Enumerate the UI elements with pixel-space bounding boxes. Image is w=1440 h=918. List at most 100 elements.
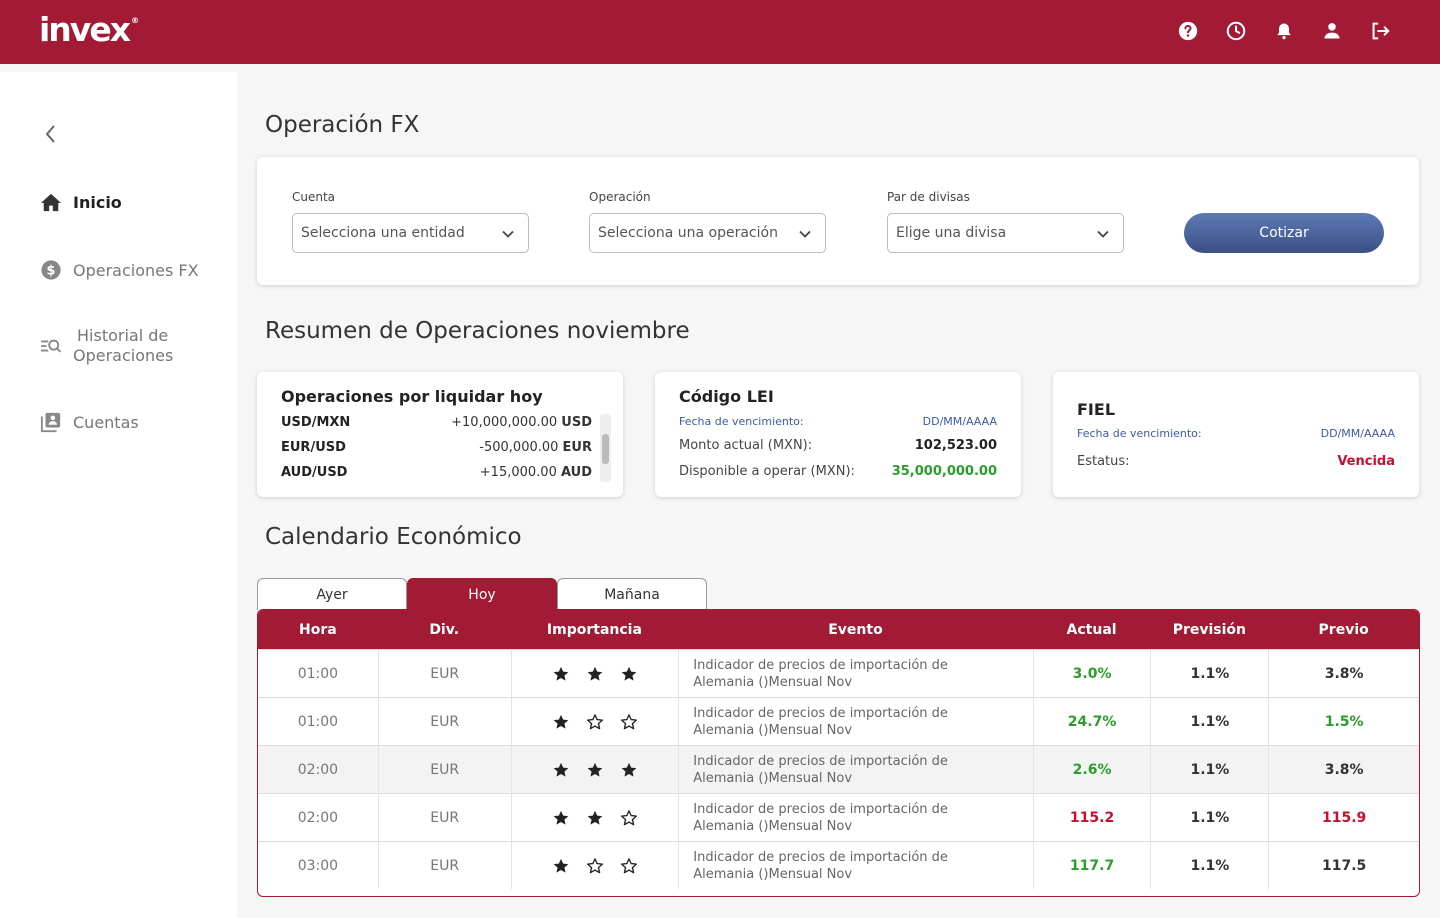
star-filled-icon bbox=[586, 665, 604, 683]
cuenta-label: Cuenta bbox=[292, 190, 336, 204]
operacion-label: Operación bbox=[589, 190, 651, 204]
sidebar-item-label: Cuentas bbox=[73, 412, 139, 432]
star-filled-icon bbox=[552, 809, 570, 827]
par-divisas-label: Par de divisas bbox=[887, 190, 970, 204]
chevron-down-icon bbox=[1095, 226, 1111, 242]
search-list-icon bbox=[39, 334, 63, 358]
par-divisas-select[interactable]: Elige una divisa bbox=[887, 213, 1124, 253]
cell-div: EUR bbox=[377, 842, 511, 889]
lei-card: Código LEI Fecha de vencimiento: DD/MM/A… bbox=[655, 372, 1021, 497]
clock-icon[interactable] bbox=[1224, 19, 1248, 43]
calendario-title: Calendario Económico bbox=[265, 524, 522, 550]
scrollbar-thumb[interactable] bbox=[602, 434, 609, 464]
page-title: Operación FX bbox=[265, 112, 420, 138]
cell-previo: 115.9 bbox=[1268, 794, 1419, 841]
table-row[interactable]: 01:00 EUR Indicador de precios de importac… bbox=[258, 697, 1419, 745]
column-header-hora: Hora bbox=[299, 621, 337, 638]
cell-actual: 117.7 bbox=[1032, 842, 1151, 889]
cell-div: EUR bbox=[377, 698, 511, 745]
logout-icon[interactable] bbox=[1368, 19, 1392, 43]
sidebar: Inicio $ Operaciones FX Historial de Ope… bbox=[0, 72, 237, 918]
star-outline-icon bbox=[620, 809, 638, 827]
cell-actual: 2.6% bbox=[1032, 746, 1151, 793]
chevron-down-icon bbox=[500, 226, 516, 242]
chevron-left-icon[interactable] bbox=[39, 122, 63, 146]
column-header-div: Div. bbox=[429, 621, 460, 638]
star-filled-icon bbox=[620, 761, 638, 779]
cell-previo: 3.8% bbox=[1268, 746, 1419, 793]
dollar-icon: $ bbox=[39, 258, 63, 282]
table-row[interactable]: 02:00 EUR Indicador de precios de importac… bbox=[258, 793, 1419, 841]
liquidar-card: Operaciones por liquidar hoy USD/MXN +10… bbox=[257, 372, 623, 497]
tab-ayer[interactable]: Ayer bbox=[257, 578, 407, 610]
tab-hoy[interactable]: Hoy bbox=[407, 578, 557, 610]
star-outline-icon bbox=[620, 857, 638, 875]
user-icon[interactable] bbox=[1320, 19, 1344, 43]
lei-fecha-row: Fecha de vencimiento: DD/MM/AAAA bbox=[679, 415, 997, 428]
cell-prevision: 1.1% bbox=[1150, 794, 1268, 841]
resumen-title: Resumen de Operaciones noviembre bbox=[265, 318, 690, 344]
svg-text:$: $ bbox=[47, 264, 56, 279]
calendar-table: Hora Div. Importancia Evento Actual Prev… bbox=[257, 609, 1420, 897]
table-row[interactable]: 02:00 EUR Indicador de precios de importac… bbox=[258, 745, 1419, 793]
cell-previo: 117.5 bbox=[1268, 842, 1419, 889]
star-outline-icon bbox=[586, 857, 604, 875]
liquidar-row: EUR/USD -500,000.00 EUR bbox=[281, 440, 592, 455]
column-header-importancia: Importancia bbox=[546, 621, 642, 638]
top-bar: invex ® bbox=[0, 0, 1440, 64]
liquidar-title: Operaciones por liquidar hoy bbox=[281, 387, 543, 406]
help-icon[interactable] bbox=[1176, 19, 1200, 43]
sidebar-item-label: Operaciones FX bbox=[73, 260, 199, 280]
star-filled-icon bbox=[586, 761, 604, 779]
liquidar-row: AUD/USD +15,000.00 AUD bbox=[281, 465, 592, 480]
cotizar-button[interactable]: Cotizar bbox=[1184, 213, 1384, 253]
star-filled-icon bbox=[586, 809, 604, 827]
sidebar-item-inicio[interactable]: Inicio bbox=[39, 190, 122, 214]
cell-prevision: 1.1% bbox=[1150, 842, 1268, 889]
fx-form-card: Cuenta Selecciona una entidad Operación … bbox=[257, 157, 1419, 285]
sidebar-item-cuentas[interactable]: Cuentas bbox=[39, 410, 139, 434]
star-filled-icon bbox=[552, 713, 570, 731]
fiel-title: FIEL bbox=[1077, 400, 1116, 419]
cell-prevision: 1.1% bbox=[1150, 698, 1268, 745]
cell-actual: 24.7% bbox=[1032, 698, 1151, 745]
cell-actual: 3.0% bbox=[1032, 650, 1151, 697]
cell-evento: Indicador de precios de importación de Al… bbox=[678, 746, 1032, 793]
cell-importancia bbox=[510, 794, 679, 841]
star-outline-icon bbox=[620, 713, 638, 731]
chevron-down-icon bbox=[797, 226, 813, 242]
sidebar-item-historial[interactable]: Historial de Operaciones bbox=[39, 326, 173, 366]
column-header-actual: Actual bbox=[1066, 621, 1117, 638]
sidebar-item-label-line1: Historial de bbox=[77, 326, 169, 345]
tab-manana[interactable]: Mañana bbox=[557, 578, 707, 610]
cell-evento: Indicador de precios de importación de Al… bbox=[678, 794, 1032, 841]
sidebar-item-label-line2: Operaciones bbox=[73, 346, 174, 365]
bell-icon[interactable] bbox=[1272, 19, 1296, 43]
cell-hora: 01:00 bbox=[297, 713, 339, 730]
cell-div: EUR bbox=[377, 794, 511, 841]
cell-hora: 02:00 bbox=[297, 809, 339, 826]
home-icon bbox=[39, 190, 63, 214]
lei-monto-row: Monto actual (MXN): 102,523.00 bbox=[679, 438, 997, 453]
table-row[interactable]: 03:00 EUR Indicador de precios de importac… bbox=[258, 841, 1419, 889]
lei-title: Código LEI bbox=[679, 387, 774, 406]
cell-importancia bbox=[510, 746, 679, 793]
cell-hora: 01:00 bbox=[297, 665, 339, 682]
operacion-select[interactable]: Selecciona una operación bbox=[589, 213, 826, 253]
sidebar-item-operaciones-fx[interactable]: $ Operaciones FX bbox=[39, 258, 199, 282]
star-filled-icon bbox=[620, 665, 638, 683]
invex-logo[interactable]: invex ® bbox=[39, 10, 139, 49]
fiel-card: FIEL Fecha de vencimiento: DD/MM/AAAA Es… bbox=[1053, 372, 1419, 497]
lei-disponible-row: Disponible a operar (MXN): 35,000,000.00 bbox=[679, 464, 997, 479]
cell-previo: 1.5% bbox=[1268, 698, 1419, 745]
star-filled-icon bbox=[552, 857, 570, 875]
cuenta-select[interactable]: Selecciona una entidad bbox=[292, 213, 529, 253]
column-header-previo: Previo bbox=[1318, 621, 1369, 638]
fiel-estatus-row: Estatus: Vencida bbox=[1077, 454, 1395, 469]
cell-prevision: 1.1% bbox=[1150, 746, 1268, 793]
cell-importancia bbox=[510, 650, 679, 697]
table-row[interactable]: 01:00 EUR Indicador de precios de importac… bbox=[258, 649, 1419, 697]
star-filled-icon bbox=[552, 761, 570, 779]
liquidar-row: USD/MXN +10,000,000.00 USD bbox=[281, 415, 592, 430]
sidebar-item-label: Inicio bbox=[73, 192, 122, 212]
